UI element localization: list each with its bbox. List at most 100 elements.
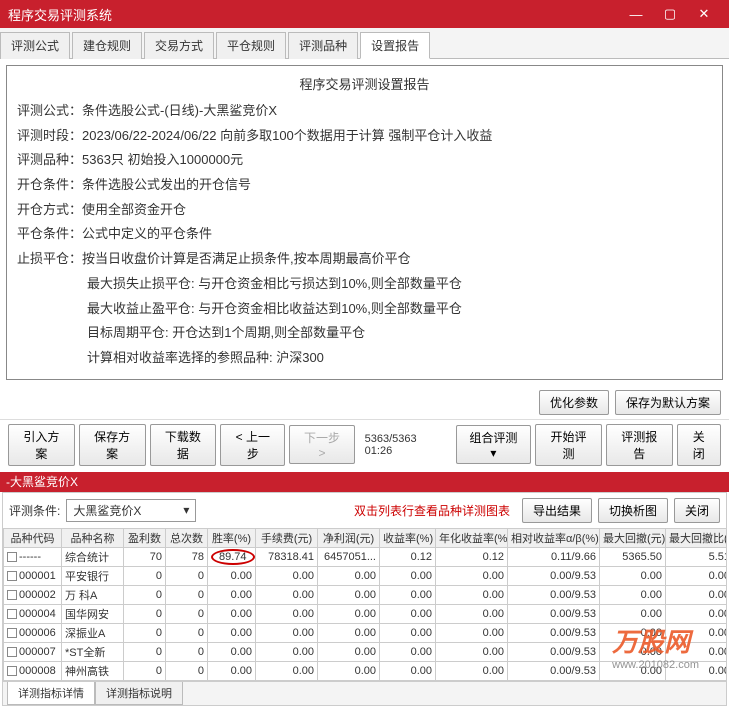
- chevron-down-icon: ▾: [183, 503, 189, 517]
- save-default-button[interactable]: 保存为默认方案: [615, 390, 721, 415]
- tab-2[interactable]: 交易方式: [144, 32, 214, 59]
- cell: 神州高铁: [62, 661, 124, 680]
- cell: 0.00: [318, 623, 380, 642]
- condition-select[interactable]: 大黑鲨竞价X ▾: [66, 499, 196, 522]
- import-plan-button[interactable]: 引入方案: [8, 424, 75, 466]
- tab-0[interactable]: 评测公式: [0, 32, 70, 59]
- tab-4[interactable]: 评测品种: [288, 32, 358, 59]
- prev-step-button[interactable]: < 上一步: [220, 424, 285, 466]
- col-header-9[interactable]: 相对收益率α/β(%): [508, 528, 600, 547]
- cell: 0.00: [256, 661, 318, 680]
- results-table: 品种代码品种名称盈利数总次数胜率(%)手续费(元)净利润(元)收益率(%)年化收…: [3, 528, 726, 681]
- main-tabs: 评测公式建仓规则交易方式平仓规则评测品种设置报告: [0, 28, 729, 59]
- report-title: 程序交易评测设置报告: [17, 74, 712, 93]
- cell: 0.00: [436, 623, 508, 642]
- table-row[interactable]: 000002万 科A000.000.000.000.000.000.00/9.5…: [4, 585, 727, 604]
- report-line-6: 止损平仓：按当日收盘价计算是否满足止损条件,按本周期最高价平仓: [17, 247, 712, 272]
- close-button[interactable]: ✕: [687, 2, 721, 26]
- tab-1[interactable]: 建仓规则: [72, 32, 142, 59]
- cell: 0: [124, 623, 166, 642]
- main-button-row: 引入方案 保存方案 下载数据 < 上一步 下一步 > 5363/5363 01:…: [0, 419, 729, 470]
- cell: *ST全新: [62, 642, 124, 661]
- report-subline-3: 计算相对收益率选择的参照品种: 沪深300: [87, 346, 712, 371]
- condition-value: 大黑鲨竞价X: [73, 502, 141, 519]
- col-header-10[interactable]: 最大回撤(元): [600, 528, 666, 547]
- next-step-button[interactable]: 下一步 >: [289, 425, 354, 464]
- combo-test-button[interactable]: 组合评测 ▾: [456, 425, 531, 464]
- cell: 0: [166, 661, 208, 680]
- cell: 0.00: [380, 623, 436, 642]
- cell: 0.00: [256, 585, 318, 604]
- table-row[interactable]: 000001平安银行000.000.000.000.000.000.00/9.5…: [4, 566, 727, 585]
- col-header-6[interactable]: 净利润(元): [318, 528, 380, 547]
- cell: 0.00: [600, 623, 666, 642]
- tab-3[interactable]: 平仓规则: [216, 32, 286, 59]
- cell: 国华网安: [62, 604, 124, 623]
- report-line-0: 评测公式：条件选股公式-(日线)-大黑鲨竞价X: [17, 99, 712, 124]
- cell: 0.00/9.53: [508, 604, 600, 623]
- cell: 0.00: [380, 566, 436, 585]
- cell: 000001: [4, 566, 62, 585]
- cell: 0.12: [380, 547, 436, 566]
- cell: 5.51: [666, 547, 727, 566]
- col-header-3[interactable]: 总次数: [166, 528, 208, 547]
- col-header-1[interactable]: 品种名称: [62, 528, 124, 547]
- col-header-7[interactable]: 收益率(%): [380, 528, 436, 547]
- cell: 综合统计: [62, 547, 124, 566]
- col-header-2[interactable]: 盈利数: [124, 528, 166, 547]
- close-panel-button[interactable]: 关闭: [677, 424, 721, 466]
- download-data-button[interactable]: 下载数据: [150, 424, 217, 466]
- tab-detail-explain[interactable]: 详测指标说明: [95, 682, 183, 705]
- cell: 0.00: [380, 661, 436, 680]
- report-subline-0: 最大损失止损平仓: 与开仓资金相比亏损达到10%,则全部数量平仓: [87, 272, 712, 297]
- close-results-button[interactable]: 关闭: [674, 498, 720, 523]
- minimize-button[interactable]: —: [619, 2, 653, 26]
- cell: 0.00: [666, 604, 727, 623]
- save-plan-button[interactable]: 保存方案: [79, 424, 146, 466]
- start-test-button[interactable]: 开始评测: [535, 424, 602, 466]
- cell: 0: [124, 566, 166, 585]
- cell: 深振业A: [62, 623, 124, 642]
- cell: 万 科A: [62, 585, 124, 604]
- table-hint: 双击列表行查看品种详测图表: [354, 502, 510, 519]
- cell: 0: [166, 566, 208, 585]
- col-header-0[interactable]: 品种代码: [4, 528, 62, 547]
- cell: 0.00: [208, 661, 256, 680]
- export-results-button[interactable]: 导出结果: [522, 498, 592, 523]
- titlebar: 程序交易评测系统 — ▢ ✕: [0, 0, 729, 28]
- table-header-row: 品种代码品种名称盈利数总次数胜率(%)手续费(元)净利润(元)收益率(%)年化收…: [4, 528, 727, 547]
- detail-tabs: 详测指标详情 详测指标说明: [3, 681, 726, 705]
- cell: 000006: [4, 623, 62, 642]
- table-row[interactable]: 000007*ST全新000.000.000.000.000.000.00/9.…: [4, 642, 727, 661]
- condition-label: 评测条件:: [9, 502, 60, 519]
- cell: 0.00/9.53: [508, 585, 600, 604]
- cell: 0.00: [666, 623, 727, 642]
- table-row[interactable]: ------综合统计707889.7478318.416457051...0.1…: [4, 547, 727, 566]
- switch-chart-button[interactable]: 切换析图: [598, 498, 668, 523]
- cell: 0: [124, 604, 166, 623]
- col-header-8[interactable]: 年化收益率(%): [436, 528, 508, 547]
- table-row[interactable]: 000006深振业A000.000.000.000.000.000.00/9.5…: [4, 623, 727, 642]
- report-button-row: 优化参数 保存为默认方案: [0, 386, 729, 419]
- cell: 000004: [4, 604, 62, 623]
- col-header-5[interactable]: 手续费(元): [256, 528, 318, 547]
- report-line-1: 评测时段：2023/06/22-2024/06/22 向前多取100个数据用于计…: [17, 124, 712, 149]
- tab-5[interactable]: 设置报告: [360, 32, 430, 59]
- table-row[interactable]: 000004国华网安000.000.000.000.000.000.00/9.5…: [4, 604, 727, 623]
- cell: 0.00: [318, 642, 380, 661]
- maximize-button[interactable]: ▢: [653, 2, 687, 26]
- test-report-button[interactable]: 评测报告: [606, 424, 673, 466]
- cell: 0.00: [318, 604, 380, 623]
- col-header-4[interactable]: 胜率(%): [208, 528, 256, 547]
- cell: 0.00: [436, 604, 508, 623]
- optimize-button[interactable]: 优化参数: [539, 390, 609, 415]
- col-header-11[interactable]: 最大回撤比(%): [666, 528, 727, 547]
- cell: 0: [124, 642, 166, 661]
- report-line-3: 开仓条件：条件选股公式发出的开仓信号: [17, 173, 712, 198]
- cell: 0.00: [600, 604, 666, 623]
- table-row[interactable]: 000008神州高铁000.000.000.000.000.000.00/9.5…: [4, 661, 727, 680]
- tab-detail-metrics[interactable]: 详测指标详情: [7, 682, 95, 705]
- cell: 89.74: [208, 547, 256, 566]
- cell: 0.00: [208, 642, 256, 661]
- cell: 0.00: [436, 642, 508, 661]
